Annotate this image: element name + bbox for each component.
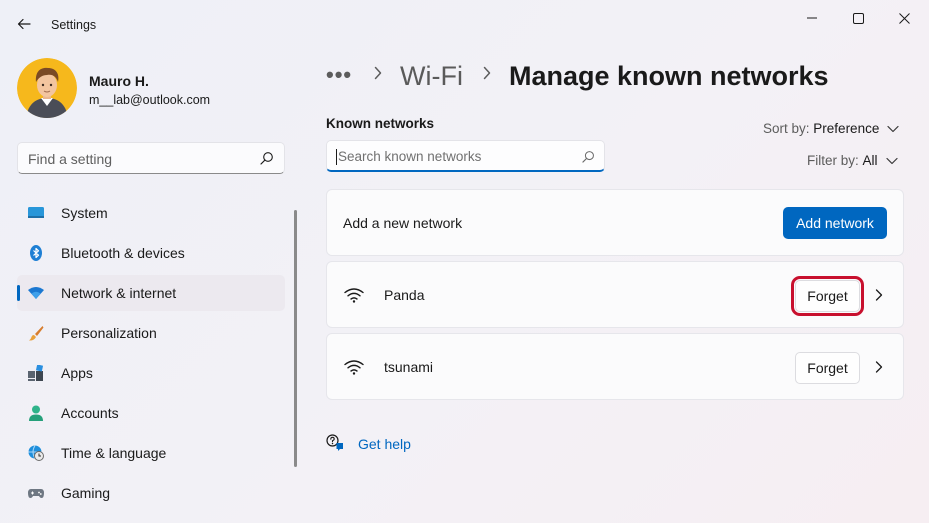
- back-arrow-icon: [17, 18, 31, 30]
- known-networks-search-placeholder: Search known networks: [338, 149, 482, 164]
- add-network-card: Add a new network Add network: [326, 189, 904, 256]
- page-title: Manage known networks: [509, 61, 829, 91]
- forget-button[interactable]: Forget: [795, 352, 860, 384]
- sidebar-item-label: Apps: [61, 365, 93, 381]
- sort-by-label: Sort by:: [763, 121, 810, 136]
- sidebar-item-system[interactable]: System: [17, 195, 285, 231]
- breadcrumb-wifi-link[interactable]: Wi-Fi: [400, 61, 463, 92]
- filter-by-label: Filter by:: [807, 153, 859, 168]
- globe-clock-icon: [28, 445, 44, 461]
- known-networks-heading: Known networks: [326, 116, 435, 131]
- brush-icon: [29, 326, 44, 341]
- sidebar-item-time-language[interactable]: Time & language: [17, 435, 285, 471]
- minimize-button[interactable]: [790, 4, 834, 32]
- wifi-signal-icon: [344, 360, 364, 375]
- active-indicator: [17, 285, 20, 301]
- sidebar-item-label: Time & language: [61, 445, 167, 461]
- sidebar-item-label: Bluetooth & devices: [61, 245, 185, 261]
- sidebar-item-gaming[interactable]: Gaming: [17, 475, 285, 511]
- text-cursor: [336, 149, 337, 165]
- user-email: m__lab@outlook.com: [89, 93, 211, 107]
- sidebar-scrollbar[interactable]: [294, 210, 297, 467]
- find-setting-search[interactable]: Find a setting: [17, 142, 285, 174]
- close-button[interactable]: [882, 4, 926, 32]
- monitor-icon: [28, 207, 44, 218]
- wifi-signal-icon: [344, 288, 364, 303]
- known-network-row[interactable]: Panda Forget: [326, 261, 904, 328]
- add-network-button[interactable]: Add network: [783, 207, 887, 239]
- back-button[interactable]: [10, 12, 38, 36]
- chevron-right-icon: [483, 66, 491, 80]
- sidebar-item-label: System: [61, 205, 108, 221]
- user-avatar-icon: [17, 58, 77, 118]
- chevron-right-icon[interactable]: [875, 361, 883, 373]
- filter-by-value: All: [862, 153, 878, 168]
- sidebar-item-label: Accounts: [61, 405, 119, 421]
- sidebar-item-label: Personalization: [61, 325, 157, 341]
- user-name: Mauro H.: [89, 73, 149, 89]
- sort-by-dropdown[interactable]: Sort by: Preference: [763, 121, 899, 136]
- maximize-icon: [852, 12, 864, 24]
- sidebar-item-label: Gaming: [61, 485, 111, 501]
- sort-by-value: Preference: [813, 121, 880, 136]
- network-name: tsunami: [384, 359, 434, 375]
- add-network-label: Add a new network: [343, 215, 463, 231]
- sidebar-item-bluetooth[interactable]: Bluetooth & devices: [17, 235, 285, 271]
- chevron-down-icon: [885, 157, 898, 164]
- chevron-right-icon[interactable]: [875, 289, 883, 301]
- get-help-label: Get help: [358, 436, 411, 452]
- search-icon: [582, 151, 594, 163]
- find-setting-placeholder: Find a setting: [28, 151, 113, 167]
- chevron-right-icon: [374, 66, 382, 80]
- sidebar-item-network[interactable]: Network & internet: [17, 275, 285, 311]
- known-network-row[interactable]: tsunami Forget: [326, 333, 904, 400]
- title-bar: Settings: [0, 0, 929, 46]
- close-icon: [898, 12, 910, 24]
- search-icon: [260, 152, 273, 165]
- wifi-icon: [28, 287, 44, 299]
- sidebar-item-personalization[interactable]: Personalization: [17, 315, 285, 351]
- chevron-down-icon: [887, 125, 899, 132]
- gamepad-icon: [28, 489, 44, 498]
- apps-icon: [28, 365, 44, 381]
- filter-by-dropdown[interactable]: Filter by: All: [807, 153, 898, 168]
- known-networks-search-input[interactable]: Search known networks: [326, 140, 605, 172]
- sidebar-item-label: Network & internet: [61, 285, 177, 301]
- sidebar-item-apps[interactable]: Apps: [17, 355, 285, 391]
- app-title: Settings: [51, 18, 97, 32]
- bluetooth-icon: [30, 245, 42, 261]
- sidebar: Mauro H. m__lab@outlook.com Find a setti…: [0, 46, 300, 523]
- help-chat-icon: [326, 434, 343, 451]
- breadcrumb-more-button[interactable]: •••: [326, 62, 352, 88]
- get-help-link[interactable]: Get help: [326, 434, 411, 452]
- forget-button[interactable]: Forget: [791, 276, 864, 316]
- sidebar-nav: System Bluetooth & devices Network & int…: [17, 195, 285, 515]
- sidebar-item-accounts[interactable]: Accounts: [17, 395, 285, 431]
- network-name: Panda: [384, 287, 425, 303]
- minimize-icon: [807, 17, 817, 19]
- maximize-button[interactable]: [836, 4, 880, 32]
- avatar[interactable]: [17, 58, 77, 118]
- person-icon: [29, 405, 43, 421]
